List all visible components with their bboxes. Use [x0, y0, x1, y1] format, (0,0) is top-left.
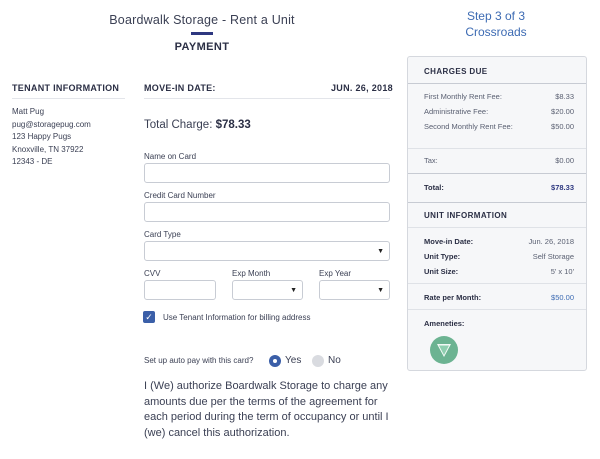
shield-icon: [437, 344, 451, 357]
unit-move-in-value: Jun. 26, 2018: [528, 237, 574, 246]
divider: [408, 148, 586, 149]
name-on-card-input[interactable]: [144, 163, 390, 183]
cvv-input[interactable]: [144, 280, 216, 300]
charge-value: $8.33: [555, 92, 574, 101]
unit-type-row: Unit Type: Self Storage: [424, 252, 574, 261]
page-title: Boardwalk Storage - Rent a Unit: [109, 13, 295, 27]
rate-label: Rate per Month:: [424, 293, 482, 302]
exp-year-select[interactable]: ▼: [319, 280, 390, 300]
move-in-date: JUN. 26, 2018: [331, 83, 393, 93]
divider: [408, 227, 586, 228]
amenity-badge-icon: [430, 336, 458, 364]
autopay-yes-label: Yes: [285, 355, 302, 366]
unit-move-in-row: Move-in Date: Jun. 26, 2018: [424, 237, 574, 246]
authorization-text: I (We) authorize Boardwalk Storage to ch…: [144, 380, 389, 439]
divider: [144, 98, 390, 99]
page-subtitle: PAYMENT: [174, 41, 230, 53]
step-indicator: Step 3 of 3 Crossroads: [440, 8, 552, 40]
tenant-address-line3: 12343 - DE: [12, 157, 53, 166]
tenant-email: pug@storagepug.com: [12, 119, 91, 129]
tenant-details: Matt Pug pug@storagepug.com 123 Happy Pu…: [12, 106, 91, 169]
card-type-label: Card Type: [144, 230, 181, 239]
charge-value: $50.00: [551, 122, 574, 131]
cvv-label: CVV: [144, 269, 161, 278]
tax-value: $0.00: [555, 156, 574, 165]
charge-label: First Monthly Rent Fee:: [424, 92, 502, 101]
tax-label: Tax:: [424, 156, 438, 165]
total-charge-amount: $78.33: [215, 119, 251, 131]
charge-label: Administrative Fee:: [424, 107, 489, 116]
use-tenant-info-label: Use Tenant Information for billing addre…: [163, 313, 311, 322]
unit-size-row: Unit Size: 5' x 10': [424, 267, 574, 276]
credit-card-number-input[interactable]: [144, 202, 390, 222]
exp-month-label: Exp Month: [232, 269, 271, 278]
autopay-no-radio[interactable]: [312, 355, 324, 367]
card-type-select[interactable]: ▼: [144, 241, 390, 261]
caret-down-icon: ▼: [290, 287, 297, 294]
charges-due-heading: CHARGES DUE: [424, 67, 488, 76]
location-name: Crossroads: [465, 25, 527, 39]
divider: [408, 283, 586, 284]
unit-size-label: Unit Size:: [424, 267, 459, 276]
unit-type-label: Unit Type:: [424, 252, 461, 261]
total-value: $78.33: [551, 183, 574, 192]
name-on-card-label: Name on Card: [144, 152, 197, 161]
autopay-no-label: No: [328, 355, 341, 366]
tax-row: Tax: $0.00: [424, 156, 574, 165]
total-label: Total:: [424, 183, 444, 192]
divider: [408, 309, 586, 310]
charge-row: Administrative Fee: $20.00: [424, 107, 574, 116]
summary-panel: CHARGES DUE First Monthly Rent Fee: $8.3…: [407, 56, 587, 371]
total-charge: Total Charge: $78.33: [144, 119, 251, 131]
total-row: Total: $78.33: [424, 183, 574, 192]
charge-row: Second Monthly Rent Fee: $50.00: [424, 122, 574, 132]
autopay-question: Set up auto pay with this card?: [144, 356, 254, 365]
autopay-yes-radio[interactable]: [269, 355, 281, 367]
unit-type-value: Self Storage: [532, 252, 574, 261]
move-in-label: MOVE-IN DATE:: [144, 83, 216, 93]
step-label: Step 3 of 3: [466, 9, 526, 23]
tenant-address-line2: Knoxville, TN 37922: [12, 144, 84, 154]
charge-row: First Monthly Rent Fee: $8.33: [424, 92, 574, 101]
charge-value: $20.00: [551, 107, 574, 116]
divider: [408, 83, 586, 84]
rate-row: Rate per Month: $50.00: [424, 293, 574, 302]
caret-down-icon: ▼: [377, 248, 384, 255]
divider: [408, 173, 586, 174]
tenant-info-heading: TENANT INFORMATION: [12, 83, 120, 93]
charge-label: Second Monthly Rent Fee:: [424, 122, 513, 131]
exp-month-select[interactable]: ▼: [232, 280, 303, 300]
rate-value: $50.00: [551, 293, 574, 302]
caret-down-icon: ▼: [377, 287, 384, 294]
total-charge-label: Total Charge:: [144, 119, 213, 131]
title-underline: [191, 32, 213, 35]
tenant-name: Matt Pug: [12, 107, 45, 116]
divider: [12, 98, 125, 99]
exp-year-label: Exp Year: [319, 269, 352, 278]
amenities-label: Ameneties:: [424, 319, 465, 328]
unit-info-heading: UNIT INFORMATION: [424, 211, 508, 220]
unit-move-in-label: Move-in Date:: [424, 237, 474, 246]
unit-size-value: 5' x 10': [550, 267, 574, 276]
credit-card-number-label: Credit Card Number: [144, 191, 216, 200]
divider: [408, 202, 586, 203]
use-tenant-info-checkbox[interactable]: ✓: [143, 311, 155, 323]
tenant-address-line1: 123 Happy Pugs: [12, 132, 72, 141]
